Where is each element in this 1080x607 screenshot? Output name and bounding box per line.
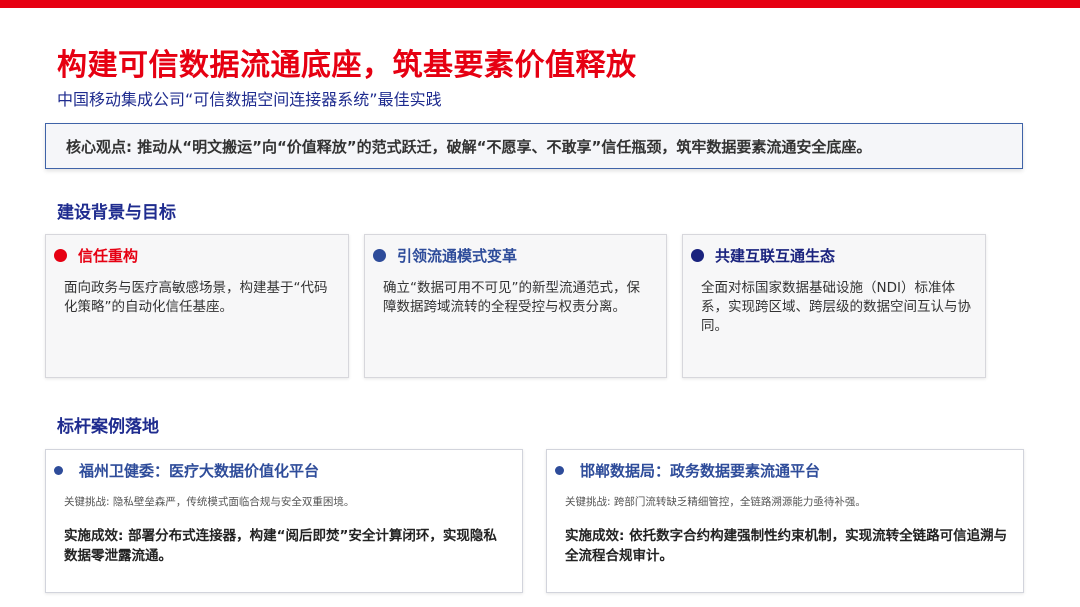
case-card-header: 福州卫健委：医疗大数据价值化平台 [54,460,319,481]
goal-card-description: 面向政务与医疗高敏感场景，构建基于“代码化策略”的自动化信任基座。 [64,280,328,315]
case-card-title: 福州卫健委：医疗大数据价值化平台 [79,462,320,480]
page-title: 构建可信数据流通底座，筑基要素价值释放 [57,48,637,83]
goal-card-description: 全面对标国家数据基础设施（NDI）标准体系，实现跨区域、跨层级的数据空间互认与协… [701,280,971,334]
case-challenge-text: 关键挑战: 跨部门流转缺乏精细管控，全链路溯源能力亟待补强。 [565,496,866,508]
goal-card-description: 确立“数据可用不可见”的新型流通范式，保障数据跨域流转的全程受控与权责分离。 [383,280,640,315]
case-card-handan: 邯郸数据局：政务数据要素流通平台 关键挑战: 跨部门流转缺乏精细管控，全链路溯源… [546,449,1024,593]
goal-card-header: 引领流通模式变革 [373,245,517,266]
bullet-dot-icon [54,249,67,262]
case-challenge-text: 关键挑战: 隐私壁垒森严，传统模式面临合规与安全双重困境。 [64,496,355,508]
case-card-header: 邯郸数据局：政务数据要素流通平台 [555,460,820,481]
case-result-text: 实施成效: 依托数字合约构建强制性约束机制，实现流转全链路可信追溯与全流程合规审… [565,528,1008,564]
goal-card-header: 信任重构 [54,245,138,266]
bullet-dot-icon [54,466,63,475]
case-result-text: 实施成效: 部署分布式连接器，构建“阅后即焚”安全计算闭环，实现隐私数据零泄露流… [64,528,497,564]
case-card-fuzhou: 福州卫健委：医疗大数据价值化平台 关键挑战: 隐私壁垒森严，传统模式面临合规与安… [45,449,523,593]
goal-card-circulation: 引领流通模式变革 确立“数据可用不可见”的新型流通范式，保障数据跨域流转的全程受… [364,234,667,378]
goal-card-title: 信任重构 [78,247,139,265]
core-viewpoint-box: 核心观点: 推动从“明文搬运”向“价值释放”的范式跃迁，破解“不愿享、不敢享”信… [45,123,1023,169]
case-card-title: 邯郸数据局：政务数据要素流通平台 [580,462,821,480]
goal-card-header: 共建互联互通生态 [691,245,835,266]
goal-card-trust: 信任重构 面向政务与医疗高敏感场景，构建基于“代码化策略”的自动化信任基座。 [45,234,349,378]
page-subtitle: 中国移动集成公司“可信数据空间连接器系统”最佳实践 [57,90,442,109]
section-heading-cases: 标杆案例落地 [57,417,159,437]
goal-card-ecosystem: 共建互联互通生态 全面对标国家数据基础设施（NDI）标准体系，实现跨区域、跨层级… [682,234,986,378]
top-accent-bar [0,0,1080,8]
goal-card-title: 引领流通模式变革 [397,247,518,265]
bullet-dot-icon [555,466,564,475]
goal-card-title: 共建互联互通生态 [715,247,836,265]
bullet-dot-icon [373,249,386,262]
bullet-dot-icon [691,249,704,262]
section-heading-background: 建设背景与目标 [57,203,176,223]
